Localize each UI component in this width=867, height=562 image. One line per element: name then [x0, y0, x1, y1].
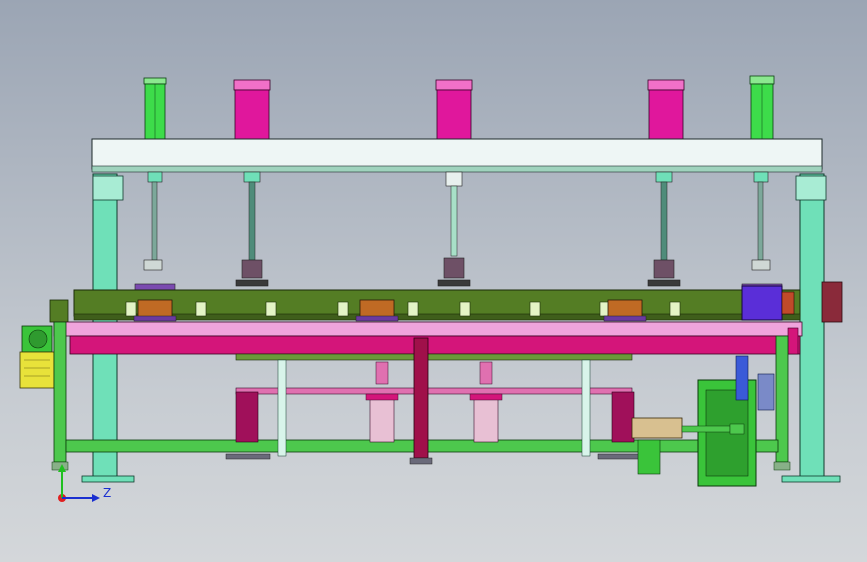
green-cylinder-right — [749, 75, 775, 141]
rod-1 — [134, 171, 176, 291]
pink-cylinder-3 — [647, 79, 685, 141]
top-beam — [91, 138, 823, 173]
rod-4 — [647, 171, 681, 287]
rod-3 — [437, 171, 471, 287]
rod-5 — [741, 171, 783, 291]
gearmotor-left — [19, 325, 55, 389]
green-cylinder-left — [143, 77, 167, 141]
cad-viewport[interactable]: Z — [0, 0, 867, 562]
piston-rods — [134, 171, 783, 291]
gearbox-unit — [631, 355, 775, 487]
pink-cylinder-1 — [233, 79, 271, 141]
pink-cylinder-2 — [435, 79, 473, 141]
rod-2 — [235, 171, 269, 287]
top-cylinders — [143, 75, 775, 141]
axis-z-label: Z — [103, 486, 111, 500]
pink-rail — [53, 321, 803, 337]
machine-drawing: Z — [19, 75, 843, 502]
